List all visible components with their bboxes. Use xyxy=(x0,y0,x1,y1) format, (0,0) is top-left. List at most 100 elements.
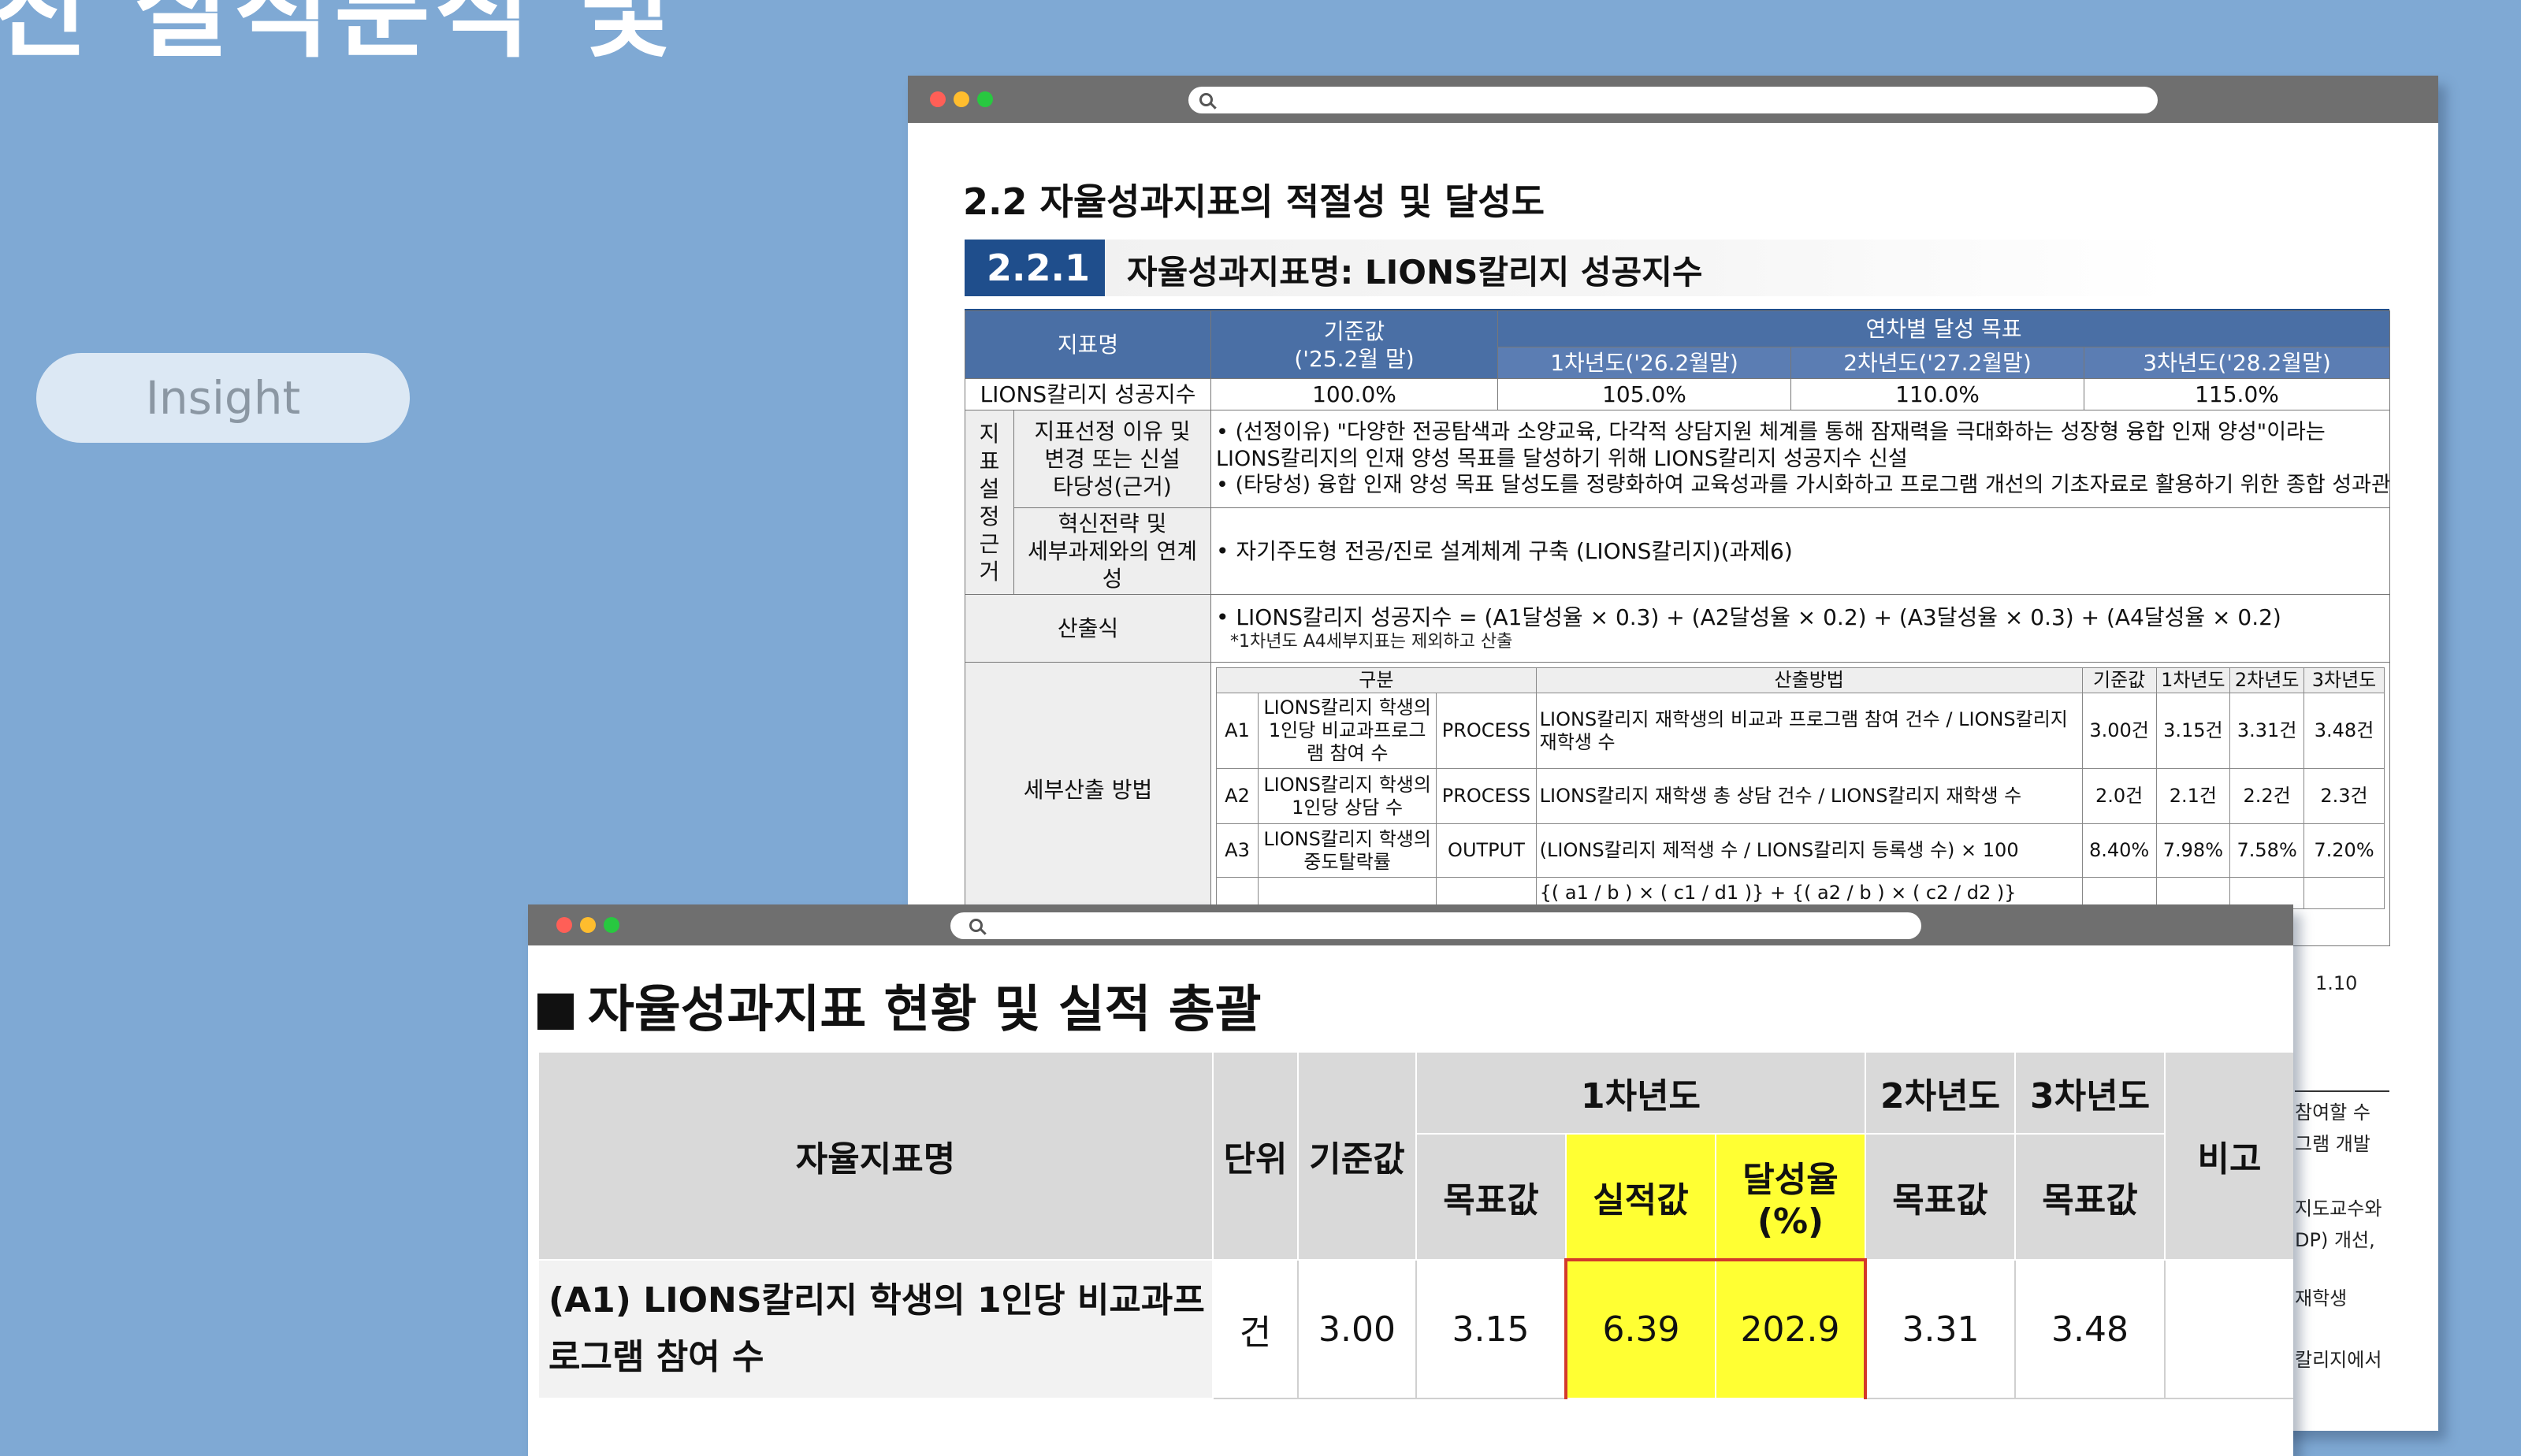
sub-header-method: 산출방법 xyxy=(1535,667,2083,693)
sub-header-base: 기준값 xyxy=(2081,667,2157,693)
row-note xyxy=(2164,1259,2293,1399)
side-fragment: 칼리지에서 xyxy=(2295,1349,2382,1371)
link-text: • 자기주도형 전공/진로 설계체계 구축 (LIONS칼리지)(과제6) xyxy=(1210,507,2390,595)
header-year1: 1차년도('26.2월말) xyxy=(1497,347,1791,379)
search-icon xyxy=(969,919,983,932)
table-row: (A1) LIONS칼리지 학생의 1인당 비교과프로그램 참여 수 건 3.0… xyxy=(537,1258,2293,1399)
subsection-title: 자율성과지표명: LIONS칼리지 성공지수 xyxy=(1127,253,1703,292)
maximize-dot-icon[interactable] xyxy=(604,917,619,933)
row-y2-target: 3.31 xyxy=(1865,1259,2017,1399)
sub-y1: 3.15건 xyxy=(2155,693,2231,769)
subsection-number: 2.2.1 xyxy=(965,240,1105,296)
sub-base: 2.0건 xyxy=(2081,768,2157,824)
reason-text-2: • (타당성) 융합 인재 양성 목표 달성도를 정량화하여 교육성과를 가시화… xyxy=(1216,473,2390,498)
header-targets: 연차별 달성 목표 xyxy=(1497,310,2390,347)
sub-y1: 7.98% xyxy=(2155,823,2231,878)
header-y3-target: 목표값 xyxy=(2014,1133,2166,1261)
row-y1-target: 3.15 xyxy=(1415,1259,1567,1399)
header-year3: 3차년도('28.2월말) xyxy=(2084,347,2390,379)
sub-name: LIONS칼리지 학생의 1인당 비교과프로그램 참여 수 xyxy=(1257,693,1437,769)
detail-label: 세부산출 방법 xyxy=(965,662,1211,946)
summary-window: 자율성과지표 현황 및 실적 총괄 자율지표명 단위 기준값 1차년도 2차년도… xyxy=(528,904,2293,1456)
header-y2-target: 목표값 xyxy=(1865,1133,2017,1261)
header-y1-rate: 달성율(%) xyxy=(1714,1133,1867,1261)
detail-subtable: 구분 산출방법 기준값 1차년도 2차년도 3차년도 A1 LIONS칼리지 학… xyxy=(1216,667,2385,909)
row-indicator-name: (A1) LIONS칼리지 학생의 1인당 비교과프로그램 참여 수 xyxy=(537,1259,1214,1399)
side-fragment: 그램 개발 xyxy=(2295,1133,2370,1155)
sub-row-a1: A1 LIONS칼리지 학생의 1인당 비교과프로그램 참여 수 PROCESS… xyxy=(1216,693,2385,769)
slide-heading: 진 실적분석 및 xyxy=(0,0,677,72)
reason-label: 지표선정 이유 및 변경 또는 신설 타당성(근거) xyxy=(1013,410,1211,508)
header-year1: 1차년도 xyxy=(1415,1051,1867,1135)
address-bar[interactable] xyxy=(950,912,1921,939)
square-bullet-icon xyxy=(537,994,574,1030)
sub-code: A2 xyxy=(1216,768,1259,824)
base-value-cell: 100.0% xyxy=(1210,378,1498,410)
search-icon xyxy=(1199,93,1213,106)
summary-title: 자율성과지표 현황 및 실적 총괄 xyxy=(537,969,1262,1042)
sub-method: LIONS칼리지 재학생의 비교과 프로그램 참여 건수 / LIONS칼리지 … xyxy=(1535,693,2083,769)
minimize-dot-icon[interactable] xyxy=(954,91,969,107)
sub-type: PROCESS xyxy=(1436,693,1537,769)
sub-y2: 3.31건 xyxy=(2229,693,2305,769)
sub-y3: 2.3건 xyxy=(2303,768,2385,824)
sub-method: LIONS칼리지 재학생 총 상담 건수 / LIONS칼리지 재학생 수 xyxy=(1535,768,2083,824)
side-fragment: 재학생 xyxy=(2295,1287,2348,1309)
sub-y3: 3.48건 xyxy=(2303,693,2385,769)
row-y1-actual: 6.39 xyxy=(1564,1258,1716,1399)
window-titlebar xyxy=(528,904,2293,945)
basis-group-label: 지표 설정 근거 xyxy=(965,410,1014,595)
formula-label: 산출식 xyxy=(965,594,1211,663)
insight-button[interactable]: Insight xyxy=(36,353,410,443)
year3-value-cell: 115.0% xyxy=(2084,378,2390,410)
section-heading: 2.2 자율성과지표의 적절성 및 달성도 xyxy=(963,180,1545,223)
sub-y1: 2.1건 xyxy=(2155,768,2231,824)
formula-note: *1차년도 A4세부지표는 제외하고 산출 xyxy=(1230,632,1513,652)
minimize-dot-icon[interactable] xyxy=(580,917,596,933)
header-year2: 2차년도('27.2월말) xyxy=(1790,347,2084,379)
address-bar[interactable] xyxy=(1188,87,2158,113)
summary-table: 자율지표명 단위 기준값 1차년도 2차년도 3차년도 비고 목표값 실적값 달… xyxy=(537,1051,2293,1399)
maximize-dot-icon[interactable] xyxy=(977,91,993,107)
header-y1-target: 목표값 xyxy=(1415,1133,1567,1261)
sub-type: OUTPUT xyxy=(1436,823,1537,878)
header-name: 자율지표명 xyxy=(537,1051,1214,1261)
sub-row-a2: A2 LIONS칼리지 학생의 1인당 상담 수 PROCESS LIONS칼리… xyxy=(1216,768,2385,824)
sub-method: (LIONS칼리지 제적생 수 / LIONS칼리지 등록생 수) × 100 xyxy=(1535,823,2083,878)
header-y1-actual: 실적값 xyxy=(1565,1133,1716,1261)
sub-base: 3.00건 xyxy=(2081,693,2157,769)
indicator-name-cell: LIONS칼리지 성공지수 xyxy=(965,378,1211,410)
close-dot-icon[interactable] xyxy=(556,917,572,933)
sub-base: 8.40% xyxy=(2081,823,2157,878)
side-fragment: 1.10 xyxy=(2315,972,2358,994)
sub-name: LIONS칼리지 학생의 1인당 상담 수 xyxy=(1257,768,1437,824)
header-base: 기준값 xyxy=(1297,1051,1417,1261)
formula-text: • LIONS칼리지 성공지수 = (A1달성율 × 0.3) + (A2달성율… xyxy=(1216,604,2281,631)
side-fragment: 참여할 수 xyxy=(2295,1101,2370,1124)
row-y3-target: 3.48 xyxy=(2014,1259,2166,1399)
sub-header-y1: 1차년도 xyxy=(2155,667,2231,693)
sub-type: PROCESS xyxy=(1436,768,1537,824)
row-unit: 건 xyxy=(1212,1259,1299,1399)
sub-y2: 7.58% xyxy=(2229,823,2305,878)
sub-row-a3: A3 LIONS칼리지 학생의 중도탈락률 OUTPUT (LIONS칼리지 제… xyxy=(1216,823,2385,878)
header-unit: 단위 xyxy=(1212,1051,1299,1261)
close-dot-icon[interactable] xyxy=(930,91,946,107)
year2-value-cell: 110.0% xyxy=(1790,378,2084,410)
sub-name: LIONS칼리지 학생의 중도탈락률 xyxy=(1257,823,1437,878)
header-indicator: 지표명 xyxy=(965,310,1211,379)
header-note: 비고 xyxy=(2164,1051,2293,1261)
sub-y3: 7.20% xyxy=(2303,823,2385,878)
indicator-table: 지표명 기준값 ('25.2월 말) 연차별 달성 목표 1차년도('26.2월… xyxy=(965,310,2390,946)
divider xyxy=(2295,1090,2389,1092)
sub-y3 xyxy=(2303,877,2385,909)
sub-header-y3: 3차년도 xyxy=(2303,667,2385,693)
sub-y2: 2.2건 xyxy=(2229,768,2305,824)
header-year3: 3차년도 xyxy=(2014,1051,2166,1135)
sub-header-y2: 2차년도 xyxy=(2229,667,2305,693)
window-titlebar xyxy=(908,76,2438,123)
sub-code: A1 xyxy=(1216,693,1259,769)
sub-header-category: 구분 xyxy=(1216,667,1537,693)
year1-value-cell: 105.0% xyxy=(1497,378,1791,410)
header-base: 기준값 ('25.2월 말) xyxy=(1210,310,1498,379)
